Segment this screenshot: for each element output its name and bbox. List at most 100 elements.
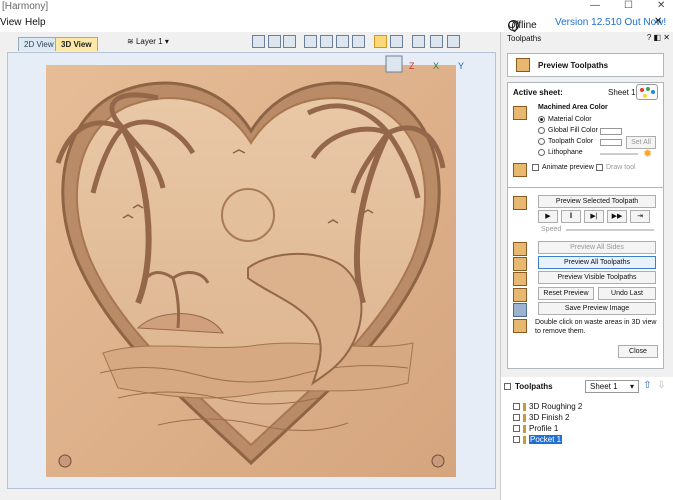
visible-toolpaths-icon [513,272,527,286]
toggle-toolpath-icon[interactable] [374,35,387,48]
cursor-hint-icon [513,319,527,333]
close-menu-icon[interactable]: ✕ [654,16,662,27]
reset-icon [513,288,527,302]
option-global-fill-color[interactable]: Global Fill Color [538,127,598,134]
sheet-select[interactable]: Sheet 1 ▾ [585,380,639,393]
window-title: [Harmony] [2,1,49,12]
toolpath-item[interactable]: 3D Roughing 2 [513,402,582,411]
preview-selected-button[interactable]: Preview Selected Toolpath [538,195,656,208]
split-view-icon[interactable] [430,35,443,48]
preview-all-sides-button[interactable]: Preview All Sides [538,241,656,254]
speed-label: Speed [541,226,562,233]
preview-all-toolpaths-button[interactable]: Preview All Toolpaths [538,256,656,269]
play-button[interactable]: ▶ [538,210,558,223]
draw-tool-checkbox[interactable]: Draw tool [596,164,636,171]
pause-button[interactable]: ‖ [561,210,581,223]
checkbox-icon [513,414,520,421]
toolpath-item[interactable]: 3D Finish 2 [513,413,569,422]
version-link[interactable]: Version 12.510 Out Now! [555,17,666,28]
move-up-icon[interactable]: ⇧ [642,380,653,393]
animate-preview-checkbox[interactable]: Animate preview [532,164,594,171]
radio-icon [538,127,545,134]
minimize-icon[interactable]: — [590,0,600,11]
checkbox-icon [504,383,511,390]
checkbox-icon [532,164,539,171]
animate-icon [513,163,527,177]
tab-3d-view[interactable]: 3D View [55,37,98,51]
panel-header-icons[interactable]: ? ◧ ✕ [647,33,670,42]
preview-selected-icon [513,196,527,210]
preview-title-box: Preview Toolpaths [507,53,664,77]
material-icon[interactable] [412,35,425,48]
toolpath-item[interactable]: Profile 1 [513,424,558,433]
skip-end-button[interactable]: ⇥ [630,210,650,223]
zoom-icon[interactable] [320,35,333,48]
step-button[interactable]: ▶| [584,210,604,223]
speed-slider[interactable] [566,229,654,231]
pan-icon[interactable] [304,35,317,48]
option-toolpath-color[interactable]: Toolpath Color [538,138,593,145]
lithophane-slider[interactable] [600,153,638,155]
toolpath-list-panel: Toolpaths Sheet 1 ▾ ⇧ ⇩ 3D Roughing 2 3D… [501,377,673,500]
fast-forward-button[interactable]: ▶▶ [607,210,627,223]
layer-selector[interactable]: ≋ Layer 1 ▾ [127,37,169,46]
3d-viewport[interactable]: Z X Y [7,52,496,489]
reset-preview-button[interactable]: Reset Preview [538,287,594,300]
option-label: Material Color [548,116,592,123]
toolpath-name: Pocket 1 [529,435,563,444]
carving-preview: Z X Y [46,55,464,477]
close-button[interactable]: Close [618,345,658,358]
palette-icon[interactable] [636,84,658,100]
close-window-icon[interactable]: ✕ [657,0,665,11]
axis-y-label: Y [458,61,464,71]
save-preview-image-button[interactable]: Save Preview Image [538,302,656,315]
checkbox-icon [513,436,520,443]
view-toolbar: 2D View 3D View ≋ Layer 1 ▾ [0,32,500,52]
move-down-icon[interactable]: ⇩ [656,380,667,393]
option-label: Global Fill Color [548,127,598,134]
layout-icon[interactable] [447,35,460,48]
checkbox-icon [513,425,520,432]
iso-view-icon [385,55,403,73]
preview-actions: Preview Selected Toolpath ▶ ‖ ▶| ▶▶ ⇥ Sp… [507,187,664,369]
checkbox-icon [513,403,520,410]
toolpaths-panel: Toolpaths ? ◧ ✕ Preview Toolpaths Active… [500,32,673,500]
maximize-icon[interactable]: ☐ [624,0,633,11]
zoom-extents-icon[interactable] [336,35,349,48]
sun [221,188,275,242]
toolpath-name: Profile 1 [529,424,559,433]
undo-last-button[interactable]: Undo Last [598,287,656,300]
snap-grid-icon[interactable] [268,35,281,48]
all-toolpaths-icon [513,257,527,271]
waves [102,342,414,399]
preview-toolpaths-icon [516,58,530,72]
select-tool-icon[interactable] [252,35,265,48]
layer-name: Layer 1 [135,37,163,46]
preview-visible-button[interactable]: Preview Visible Toolpaths [538,271,656,284]
radio-icon [538,149,545,156]
menu-help[interactable]: Help [25,17,46,28]
material-color-icon [513,106,527,120]
radio-icon [538,138,545,145]
panel-header-title: Toolpaths [507,34,542,43]
global-fill-swatch[interactable] [600,128,622,135]
toolpath-icon [523,402,526,411]
sheet-select-value: Sheet 1 [590,382,618,391]
sun-icon: ✹ [643,148,653,160]
layer-stack-icon: ≋ [127,37,136,46]
tab-2d-view[interactable]: 2D View [18,37,60,51]
show-model-icon[interactable] [390,35,403,48]
toolpath-icon [523,435,526,444]
toolpath-item-selected[interactable]: Pocket 1 [513,435,563,444]
menu-view[interactable]: View [0,17,22,28]
option-lithophane[interactable]: Lithophane [538,149,583,156]
zoom-box-icon[interactable] [352,35,365,48]
toolpath-color-swatch[interactable] [600,139,622,146]
active-sheet-label: Active sheet: [513,88,563,97]
toolpaths-header[interactable]: Toolpaths [504,382,553,391]
option-label: Lithophane [548,149,583,156]
option-material-color[interactable]: Material Color [538,116,592,123]
menu-bar: View Help Offline Version 12.510 Out Now… [0,14,673,32]
checkbox-icon [596,164,603,171]
grid-icon[interactable] [283,35,296,48]
